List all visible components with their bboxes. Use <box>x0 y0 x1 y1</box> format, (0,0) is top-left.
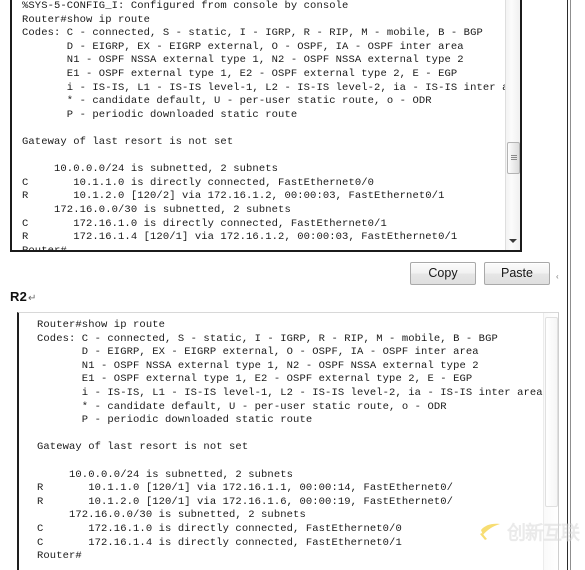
console-line: Router# <box>22 244 67 252</box>
console-line: Codes: C - connected, S - static, I - IG… <box>37 332 498 345</box>
console-line: R 10.1.2.0 [120/2] via 172.16.1.2, 00:00… <box>22 190 445 203</box>
console-button-row: Copy Paste <box>410 262 550 285</box>
section-heading-r2: R2↵ <box>10 289 37 304</box>
scrollbar-vertical-r1[interactable] <box>505 0 520 250</box>
terminal-panel-r2: Router#show ip route Codes: C - connected… <box>17 312 559 570</box>
console-line: R 10.1.2.0 [120/1] via 172.16.1.6, 00:00… <box>37 495 454 508</box>
scrollbar-thumb-r1[interactable] <box>507 142 520 174</box>
console-output-r1: %SYS-5-CONFIG_I: Configured from console… <box>22 0 522 252</box>
console-line: 172.16.0.0/30 is subnetted, 2 subnets <box>22 203 291 216</box>
paragraph-mark-icon: ↵ <box>28 293 37 304</box>
console-line: Router#show ip route <box>22 13 151 26</box>
console-line: * - candidate default, U - per-user stat… <box>37 400 447 413</box>
console-line: i - IS-IS, L1 - IS-IS level-1, L2 - IS-I… <box>22 81 522 94</box>
console-line: D - EIGRP, EX - EIGRP external, O - OSPF… <box>22 40 464 53</box>
revision-caret-icon: ‹ <box>556 272 559 281</box>
console-line: C 172.16.1.4 is directly connected, Fast… <box>37 536 402 549</box>
scrollbar-grip-icon <box>511 155 517 161</box>
console-line: N1 - OSPF NSSA external type 1, N2 - OSP… <box>22 54 464 67</box>
console-line: 10.0.0.0/24 is subnetted, 2 subnets <box>37 468 294 481</box>
console-line: C 172.16.1.0 is directly connected, Fast… <box>22 217 387 230</box>
scroll-down-arrow-icon[interactable] <box>509 239 517 243</box>
console-line: E1 - OSPF external type 1, E2 - OSPF ext… <box>22 67 458 80</box>
console-line: R 172.16.1.4 [120/1] via 172.16.1.2, 00:… <box>22 231 458 244</box>
console-line: 172.16.0.0/30 is subnetted, 2 subnets <box>37 509 306 522</box>
scrollbar-thumb-r2[interactable] <box>545 317 558 507</box>
console-line: C 172.16.1.0 is directly connected, Fast… <box>37 522 402 535</box>
console-line: P - periodic downloaded static route <box>37 414 313 427</box>
console-line: 10.0.0.0/24 is subnetted, 2 subnets <box>22 163 279 176</box>
document-right-edge <box>567 0 568 570</box>
document-outer-edge <box>570 0 571 570</box>
console-output-r2: Router#show ip route Codes: C - connected… <box>37 319 543 564</box>
copy-button[interactable]: Copy <box>410 262 476 285</box>
console-line: * - candidate default, U - per-user stat… <box>22 95 432 108</box>
console-line: Router#show ip route <box>37 319 166 331</box>
terminal-panel-r1: %SYS-5-CONFIG_I: Configured from console… <box>10 0 522 252</box>
console-line: Gateway of last resort is not set <box>22 135 234 148</box>
console-line: Router# <box>37 550 82 563</box>
console-line: E1 - OSPF external type 1, E2 - OSPF ext… <box>37 373 473 386</box>
console-line: Codes: C - connected, S - static, I - IG… <box>22 27 483 40</box>
console-line: N1 - OSPF NSSA external type 1, N2 - OSP… <box>37 359 479 372</box>
scrollbar-vertical-r2[interactable] <box>543 313 558 570</box>
console-line: R 10.1.1.0 [120/1] via 172.16.1.1, 00:00… <box>37 482 454 495</box>
console-line: %SYS-5-CONFIG_I: Configured from console… <box>22 0 349 12</box>
console-line: P - periodic downloaded static route <box>22 108 298 121</box>
console-line: i - IS-IS, L1 - IS-IS level-1, L2 - IS-I… <box>37 386 543 399</box>
paste-button[interactable]: Paste <box>484 262 550 285</box>
console-line: Gateway of last resort is not set <box>37 441 249 454</box>
console-line: C 10.1.1.0 is directly connected, FastEt… <box>22 176 375 189</box>
section-heading-text: R2 <box>10 289 28 304</box>
console-line: D - EIGRP, EX - EIGRP external, O - OSPF… <box>37 346 479 359</box>
